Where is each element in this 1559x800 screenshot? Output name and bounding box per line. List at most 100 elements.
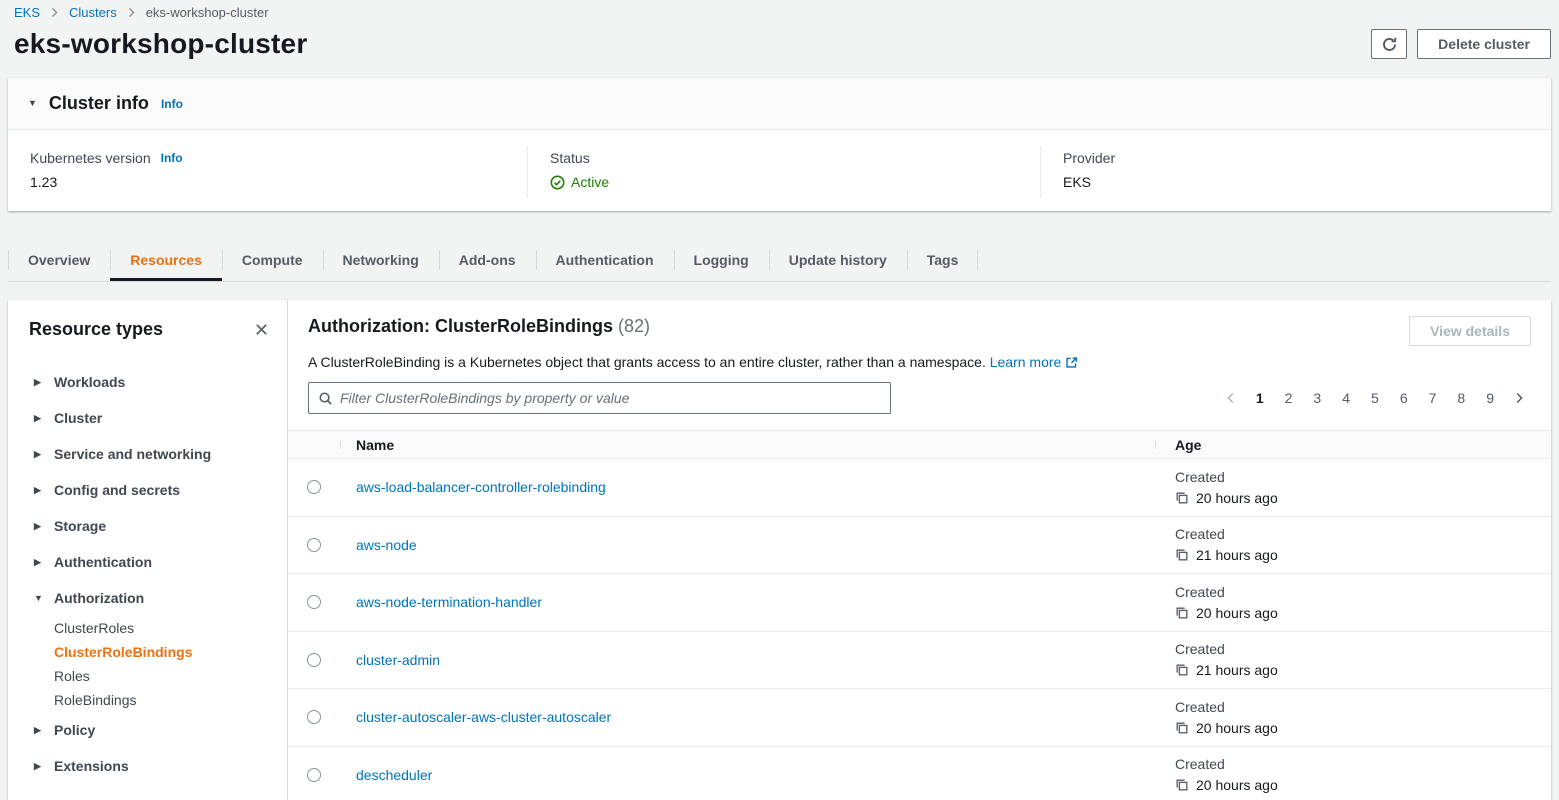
row-radio[interactable] [307, 480, 321, 494]
breadcrumb-clusters[interactable]: Clusters [69, 5, 117, 20]
page-number-6[interactable]: 6 [1392, 388, 1416, 408]
copy-icon[interactable] [1175, 778, 1189, 792]
row-radio[interactable] [307, 595, 321, 609]
row-name-link[interactable]: cluster-autoscaler-aws-cluster-autoscale… [356, 709, 611, 725]
sidebar-item-clusterrolebindings[interactable]: ClusterRoleBindings [8, 640, 287, 664]
tab-authentication[interactable]: Authentication [536, 239, 674, 281]
row-radio[interactable] [307, 653, 321, 667]
table-row: descheduler Created 20 hours ago [288, 747, 1551, 800]
sidebar-item-rolebindings[interactable]: RoleBindings [8, 688, 287, 712]
refresh-button[interactable] [1371, 29, 1407, 59]
page-number-3[interactable]: 3 [1305, 388, 1329, 408]
list-title: Authorization: ClusterRoleBindings (82) [308, 316, 650, 337]
header-actions: Delete cluster [1371, 29, 1551, 59]
sidebar-item-label: Service and networking [54, 446, 211, 462]
copy-icon[interactable] [1175, 548, 1189, 562]
sidebar-item-label: Authentication [54, 554, 152, 570]
tab-update-history[interactable]: Update history [769, 239, 907, 281]
tab-logging[interactable]: Logging [674, 239, 769, 281]
item-count: (82) [618, 316, 650, 336]
row-name-link[interactable]: descheduler [356, 767, 432, 783]
row-name-link[interactable]: aws-node-termination-handler [356, 594, 542, 610]
cluster-info-header[interactable]: ▼ Cluster info Info [8, 78, 1551, 130]
delete-cluster-button[interactable]: Delete cluster [1417, 29, 1551, 59]
chevron-right-icon [126, 7, 137, 18]
cluster-info-body: Kubernetes version Info 1.23 Status Acti… [8, 130, 1551, 211]
page-number-4[interactable]: 4 [1334, 388, 1358, 408]
tab-resources[interactable]: Resources [110, 239, 222, 281]
learn-more-link[interactable]: Learn more [990, 354, 1079, 370]
page-number-1[interactable]: 1 [1248, 388, 1272, 408]
sidebar-item-label: Config and secrets [54, 482, 180, 498]
caret-right-icon: ▶ [34, 522, 44, 531]
sidebar-item-roles[interactable]: Roles [8, 664, 287, 688]
kubernetes-version-label: Kubernetes version [30, 150, 151, 166]
sidebar-item-workloads[interactable]: ▶ Workloads [8, 364, 287, 400]
next-page-button[interactable] [1507, 390, 1531, 406]
kubernetes-version-info-link[interactable]: Info [161, 151, 183, 165]
copy-icon[interactable] [1175, 606, 1189, 620]
sidebar-item-storage[interactable]: ▶ Storage [8, 508, 287, 544]
resources-card: Resource types ▶ Workloads ▶ Cluster ▶ S… [8, 300, 1551, 800]
page-number-5[interactable]: 5 [1363, 388, 1387, 408]
row-name-link[interactable]: aws-node [356, 537, 417, 553]
row-age-cell: Created 20 hours ago [1155, 584, 1551, 621]
resource-types-title: Resource types [29, 319, 163, 340]
sidebar-item-policy[interactable]: ▶ Policy [8, 712, 287, 748]
field-status: Status Active [527, 146, 1040, 198]
sidebar-item-label: Extensions [54, 758, 129, 774]
tab-compute[interactable]: Compute [222, 239, 323, 281]
field-provider: Provider EKS [1040, 146, 1551, 198]
table-row: cluster-autoscaler-aws-cluster-autoscale… [288, 689, 1551, 747]
status-text: Active [571, 174, 609, 190]
sidebar-item-clusterroles[interactable]: ClusterRoles [8, 616, 287, 640]
row-radio[interactable] [307, 710, 321, 724]
breadcrumb-eks[interactable]: EKS [14, 5, 40, 20]
sidebar-item-authorization[interactable]: ▼ Authorization [8, 580, 287, 616]
row-name-link[interactable]: cluster-admin [356, 652, 440, 668]
page-header: eks-workshop-cluster Delete cluster [0, 20, 1559, 78]
age-value: 20 hours ago [1196, 720, 1278, 736]
clusterrolebindings-panel: Authorization: ClusterRoleBindings (82) … [288, 300, 1551, 800]
previous-page-button[interactable] [1219, 390, 1243, 406]
row-name-link[interactable]: aws-load-balancer-controller-rolebinding [356, 479, 606, 495]
sidebar-item-authentication[interactable]: ▶ Authentication [8, 544, 287, 580]
field-label: Kubernetes version Info [30, 150, 507, 166]
table-row: aws-node Created 21 hours ago [288, 517, 1551, 575]
tab-add-ons[interactable]: Add-ons [439, 239, 536, 281]
row-radio[interactable] [307, 538, 321, 552]
caret-right-icon: ▶ [34, 378, 44, 387]
sidebar-item-cluster[interactable]: ▶ Cluster [8, 400, 287, 436]
row-radio[interactable] [307, 768, 321, 782]
view-details-button[interactable]: View details [1409, 316, 1531, 346]
learn-more-text: Learn more [990, 354, 1062, 370]
copy-icon[interactable] [1175, 491, 1189, 505]
copy-icon[interactable] [1175, 721, 1189, 735]
age-value: 20 hours ago [1196, 605, 1278, 621]
close-panel-button[interactable] [250, 318, 273, 341]
tab-tags[interactable]: Tags [907, 239, 979, 281]
page-number-8[interactable]: 8 [1449, 388, 1473, 408]
row-age-cell: Created 20 hours ago [1155, 469, 1551, 506]
sidebar-item-label: Storage [54, 518, 106, 534]
provider-value: EKS [1063, 174, 1531, 190]
description-text: A ClusterRoleBinding is a Kubernetes obj… [308, 354, 986, 370]
tab-overview[interactable]: Overview [8, 239, 110, 281]
sidebar-item-extensions[interactable]: ▶ Extensions [8, 748, 287, 784]
row-age-cell: Created 20 hours ago [1155, 699, 1551, 736]
copy-icon[interactable] [1175, 663, 1189, 677]
age-value: 20 hours ago [1196, 490, 1278, 506]
page-number-2[interactable]: 2 [1277, 388, 1301, 408]
page-number-7[interactable]: 7 [1421, 388, 1445, 408]
page-number-9[interactable]: 9 [1478, 388, 1502, 408]
cluster-info-info-link[interactable]: Info [161, 97, 183, 111]
tab-bar: Overview Resources Compute Networking Ad… [8, 239, 1551, 282]
filter-input[interactable] [340, 390, 881, 406]
tab-networking[interactable]: Networking [323, 239, 439, 281]
table-row: aws-node-termination-handler Created 20 … [288, 574, 1551, 632]
sidebar-item-config-and-secrets[interactable]: ▶ Config and secrets [8, 472, 287, 508]
caret-right-icon: ▶ [34, 558, 44, 567]
sidebar-item-label: Policy [54, 722, 95, 738]
table-body: aws-load-balancer-controller-rolebinding… [288, 459, 1551, 800]
sidebar-item-service-and-networking[interactable]: ▶ Service and networking [8, 436, 287, 472]
